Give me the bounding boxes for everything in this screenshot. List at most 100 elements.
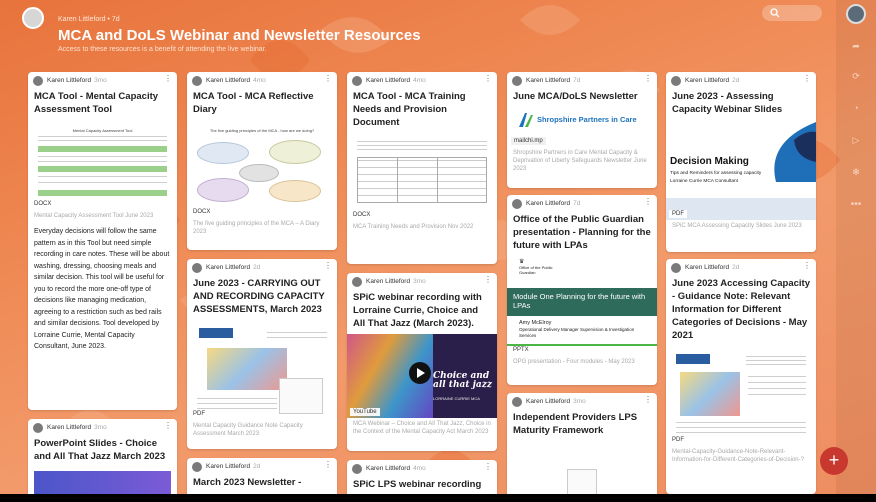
post-menu-icon[interactable]: ⋮ [324, 75, 332, 83]
post-card[interactable]: Karen Littleford 3mo ⋮ Independent Provid… [507, 393, 657, 494]
post-title: PowerPoint Slides - Choice and All That … [34, 438, 166, 462]
attachment-preview[interactable]: ♛ Office of the Public Guardian Module O… [507, 256, 657, 356]
video-title: Choice and all that jazz [433, 371, 492, 390]
attachment-caption: MCA Training Needs and Provision Nov 202… [353, 224, 474, 230]
settings-gear-icon[interactable]: ✻ [846, 162, 866, 182]
post-header: Karen Littleford 2d ⋮ [666, 72, 816, 90]
author-avatar [33, 76, 43, 86]
post-header: Karen Littleford 4mo ⋮ [347, 72, 497, 90]
attachment-preview[interactable]: The five guiding principles of the MCA -… [187, 120, 337, 218]
post-card[interactable]: Karen Littleford 3mo ⋮ SPiC webinar recor… [347, 273, 497, 451]
post-menu-icon[interactable]: ⋮ [164, 422, 172, 430]
post-header: Karen Littleford 2d ⋮ [187, 259, 337, 277]
author-avatar [512, 76, 522, 86]
post-header: Karen Littleford 3mo ⋮ [507, 393, 657, 411]
post-menu-icon[interactable]: ⋮ [484, 463, 492, 471]
add-post-button[interactable]: + [820, 447, 848, 475]
post-title: June 2023 - Assessing Capacity Webinar S… [672, 91, 783, 115]
post-card[interactable]: Karen Littleford 2d ⋮ March 2023 Newslett… [187, 458, 337, 494]
attachment-preview[interactable]: PDF [666, 346, 816, 446]
attachment-preview[interactable]: DOCX [347, 133, 497, 221]
notification-bell-icon[interactable]: ◔ [846, 98, 866, 118]
post-header: Karen Littleford 7d ⋮ [507, 72, 657, 90]
play-icon[interactable] [409, 362, 431, 384]
action-rail: ➦ ⟳ ◔ ▷ ✻ ••• [836, 0, 876, 494]
post-card[interactable]: Karen Littleford 4mo ⋮ MCA Tool - MCA Tra… [347, 72, 497, 264]
post-card[interactable]: Karen Littleford 7d ⋮ Office of the Publi… [507, 195, 657, 385]
author-avatar [352, 76, 362, 86]
attachment-preview[interactable]: PDF [187, 320, 337, 420]
file-type-badge: DOCX [190, 208, 214, 216]
doc-heading: Mental Capacity Assessment Tool [72, 128, 133, 133]
file-type-badge: PDF [669, 436, 687, 444]
post-card[interactable]: Karen Littleford 2d ⋮ June 2023 Accessing… [666, 259, 816, 494]
post-author: Karen Littleford 2d [206, 463, 261, 470]
attachment-caption: Mental-Capacity-Guidance-Note-Relevant-I… [672, 449, 804, 463]
author-avatar [512, 199, 522, 209]
post-menu-icon[interactable]: ⋮ [164, 75, 172, 83]
logo-text: Shropshire Partners in Care [537, 115, 637, 124]
post-menu-icon[interactable]: ⋮ [484, 276, 492, 284]
post-author: Karen Littleford 2d [685, 77, 740, 84]
post-card[interactable]: Karen Littleford 7d ⋮ June MCA/DoLS Newsl… [507, 72, 657, 188]
page-title: MCA and DoLS Webinar and Newsletter Reso… [58, 27, 421, 44]
post-card[interactable]: Karen Littleford 4mo ⋮ SPiC LPS webinar r… [347, 460, 497, 494]
post-card[interactable]: Karen Littleford 3mo ⋮ MCA Tool - Mental … [28, 72, 177, 410]
presenter-role: Operational Delivery Manager Supervision… [519, 327, 635, 338]
link-preview[interactable]: Shropshire Partners in Care mailchi.mp [507, 109, 657, 147]
post-title: Independent Providers LPS Maturity Frame… [513, 412, 638, 436]
share-icon[interactable]: ➦ [846, 36, 866, 56]
post-card[interactable]: Karen Littleford 2d ⋮ June 2023 - Assessi… [666, 72, 816, 252]
author-avatar [671, 76, 681, 86]
post-author: Karen Littleford 7d [526, 77, 581, 84]
slide-banner: Module One Planning for the future with … [507, 288, 657, 316]
file-type-badge: PDF [190, 410, 208, 418]
file-type-badge: DOCX [350, 211, 374, 219]
post-title: June 2023 - CARRYING OUT AND RECORDING C… [193, 278, 325, 315]
post-menu-icon[interactable]: ⋮ [803, 75, 811, 83]
video-preview[interactable]: Choice and all that jazz LORRAINE CURRIE… [347, 334, 497, 418]
slide-author: Lorraine Currie MCA Consultant [670, 179, 738, 184]
board-header: Karen Littleford • 7d MCA and DoLS Webin… [0, 0, 830, 70]
post-title: June MCA/DoLS Newsletter [513, 91, 638, 102]
post-header: Karen Littleford 3mo ⋮ [347, 273, 497, 291]
post-body: Everyday decisions will follow the same … [34, 228, 170, 350]
more-options-icon[interactable]: ••• [846, 194, 866, 214]
post-card[interactable]: Karen Littleford 2d ⋮ June 2023 - CARRYIN… [187, 259, 337, 449]
search-icon [770, 8, 780, 18]
file-type-badge: PDF [669, 210, 687, 218]
profile-avatar[interactable] [846, 4, 866, 24]
presenter-name: Amy McElroy [519, 320, 552, 326]
post-header: Karen Littleford 3mo ⋮ [28, 72, 177, 90]
attachment-preview[interactable]: Decision Making Tips and Reminders for a… [666, 120, 816, 220]
post-menu-icon[interactable]: ⋮ [324, 461, 332, 469]
slide-title: Decision Making [670, 156, 749, 167]
post-menu-icon[interactable]: ⋮ [644, 396, 652, 404]
author-avatar [22, 7, 44, 29]
post-author: Karen Littleford 3mo [366, 278, 426, 285]
post-menu-icon[interactable]: ⋮ [324, 262, 332, 270]
post-menu-icon[interactable]: ⋮ [644, 198, 652, 206]
attachment-caption: Shropshire Partners in Care Mental Capac… [513, 150, 647, 172]
attachment-caption: The five guiding principles of the MCA –… [193, 221, 320, 235]
post-menu-icon[interactable]: ⋮ [803, 262, 811, 270]
padlet-board: Karen Littleford • 7d MCA and DoLS Webin… [0, 0, 876, 494]
post-card[interactable]: Karen Littleford 4mo ⋮ MCA Tool - MCA Ref… [187, 72, 337, 250]
attachment-preview[interactable] [567, 469, 597, 494]
post-card[interactable]: Karen Littleford 3mo ⋮ PowerPoint Slides … [28, 419, 177, 494]
author-avatar [352, 464, 362, 474]
attachment-preview[interactable]: Mental Capacity Assessment Tool DOCX [28, 120, 177, 210]
search-button[interactable] [762, 5, 822, 21]
remix-icon[interactable]: ⟳ [846, 66, 866, 86]
slideshow-play-icon[interactable]: ▷ [846, 130, 866, 150]
post-author: Karen Littleford 4mo [366, 465, 426, 472]
post-title: MCA Tool - Mental Capacity Assessment To… [34, 91, 159, 115]
post-author: Karen Littleford 3mo [47, 77, 107, 84]
post-title: MCA Tool - MCA Training Needs and Provis… [353, 91, 466, 128]
post-menu-icon[interactable]: ⋮ [484, 75, 492, 83]
doc-heading: The five guiding principles of the MCA -… [209, 128, 315, 133]
post-menu-icon[interactable]: ⋮ [644, 75, 652, 83]
file-type-badge: PPTX [510, 346, 532, 354]
post-header: Karen Littleford 3mo ⋮ [28, 419, 177, 437]
author-avatar [352, 277, 362, 287]
